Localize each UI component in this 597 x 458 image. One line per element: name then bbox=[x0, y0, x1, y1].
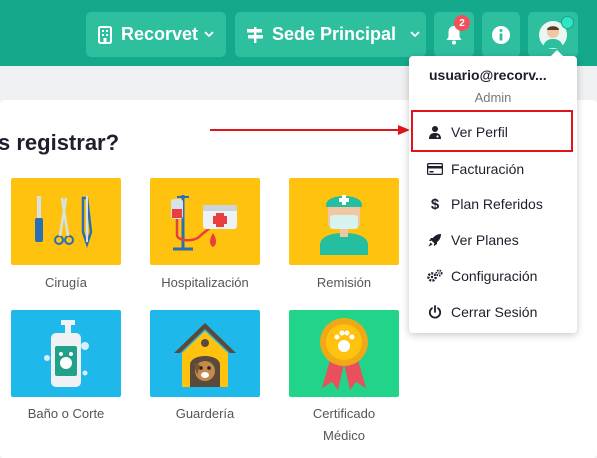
menu-item-label: Facturación bbox=[451, 161, 525, 177]
service-label: Guardería bbox=[175, 406, 235, 421]
menu-item-label: Ver Planes bbox=[451, 232, 519, 248]
sede-selector[interactable]: Sede Principal bbox=[235, 12, 426, 57]
info-button[interactable] bbox=[482, 12, 520, 57]
dog-house-icon bbox=[174, 322, 236, 387]
notification-badge: 2 bbox=[454, 15, 470, 31]
service-label-line1: Certificado bbox=[312, 406, 376, 421]
iv-drip-icon bbox=[171, 194, 237, 250]
rocket-icon bbox=[427, 232, 443, 248]
user-email: usuario@recorv... bbox=[429, 67, 547, 83]
verified-check-icon bbox=[561, 16, 574, 29]
award-medal-icon bbox=[320, 317, 368, 390]
chevron-down-icon bbox=[204, 29, 214, 41]
dollar-icon: $ bbox=[430, 195, 440, 213]
shampoo-bottle-icon bbox=[44, 319, 89, 387]
service-tile-cirugia[interactable] bbox=[11, 178, 121, 265]
service-tile-certificado-medico[interactable] bbox=[289, 310, 399, 397]
service-label-line2: Médico bbox=[323, 428, 365, 443]
service-label: Baño o Corte bbox=[27, 406, 105, 421]
service-tile-bano-corte[interactable] bbox=[11, 310, 121, 397]
page-question: s registrar? bbox=[0, 130, 120, 155]
clinic-selector[interactable]: Recorvet bbox=[86, 12, 226, 57]
service-label: Remisión bbox=[316, 275, 372, 290]
signpost-icon bbox=[246, 26, 264, 44]
hospital-icon bbox=[97, 25, 113, 44]
user-menu-dropdown: usuario@recorv... Admin Ver Perfil Factu… bbox=[409, 50, 577, 333]
menu-item-label: Configuración bbox=[451, 268, 538, 284]
menu-item-ver-planes[interactable]: Ver Planes bbox=[427, 230, 577, 250]
chevron-down-icon bbox=[410, 29, 420, 41]
sede-label: Sede Principal bbox=[272, 24, 397, 44]
menu-item-label: Plan Referidos bbox=[451, 196, 543, 212]
service-label: Cirugía bbox=[45, 275, 87, 290]
menu-item-cerrar-sesion[interactable]: Cerrar Sesión bbox=[427, 302, 577, 322]
doctor-icon bbox=[320, 194, 368, 255]
power-icon bbox=[427, 304, 443, 320]
menu-item-facturacion[interactable]: Facturación bbox=[427, 159, 577, 179]
surgery-tools-icon bbox=[35, 195, 93, 248]
info-icon bbox=[491, 25, 511, 45]
gears-icon bbox=[427, 268, 443, 284]
menu-item-label: Cerrar Sesión bbox=[451, 304, 538, 320]
user-role: Admin bbox=[474, 90, 512, 105]
service-tile-hospitalizacion[interactable] bbox=[150, 178, 260, 265]
service-label: Hospitalización bbox=[161, 275, 249, 290]
annotation-highlight-box bbox=[411, 110, 573, 152]
menu-item-configuracion[interactable]: Configuración bbox=[427, 266, 577, 286]
notifications-button[interactable]: 2 bbox=[434, 12, 474, 57]
credit-card-icon bbox=[427, 161, 443, 177]
service-tile-remision[interactable] bbox=[289, 178, 399, 265]
annotation-arrow bbox=[210, 125, 410, 135]
service-tile-guarderia[interactable] bbox=[150, 310, 260, 397]
clinic-label: Recorvet bbox=[121, 24, 199, 44]
menu-item-plan-referidos[interactable]: $ Plan Referidos bbox=[427, 194, 577, 214]
